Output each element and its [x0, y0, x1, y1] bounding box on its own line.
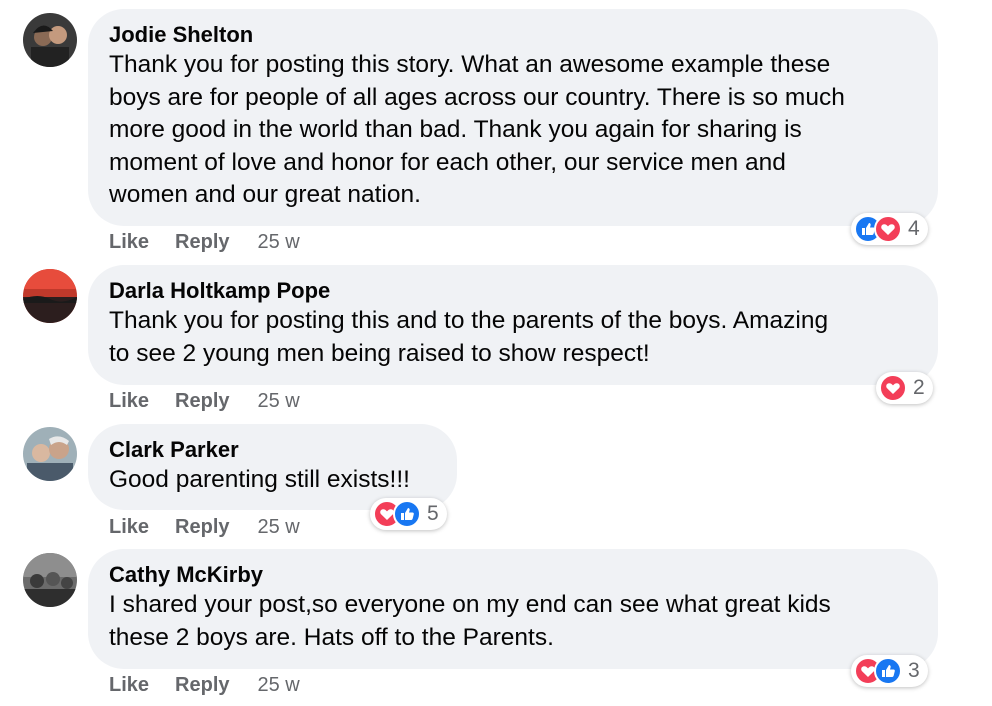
comment-bubble: Darla Holtkamp Pope Thank you for postin…: [88, 265, 938, 385]
reply-button[interactable]: Reply: [175, 390, 229, 413]
comment-line: these 2 boys are. Hats off to the Parent…: [109, 623, 554, 651]
comment-actions: Like Reply 25 w: [109, 516, 300, 539]
avatar[interactable]: [23, 269, 77, 323]
comment-actions: Like Reply 25 w: [109, 231, 300, 254]
comment-line: women and our great nation.: [109, 181, 421, 209]
author-name[interactable]: Darla Holtkamp Pope: [109, 277, 917, 305]
comment-line: more good in the world than bad. Thank y…: [109, 116, 802, 144]
reply-button[interactable]: Reply: [175, 516, 229, 539]
comment-line: Thank you for posting this story. What a…: [109, 51, 831, 78]
comment-line: to see 2 young men being raised to show …: [109, 339, 650, 367]
comment-actions: Like Reply 25 w: [109, 390, 300, 413]
author-name[interactable]: Clark Parker: [109, 436, 436, 464]
love-icon: [879, 374, 907, 402]
like-button[interactable]: Like: [109, 674, 149, 697]
like-icon: [393, 500, 421, 528]
comment-bubble: Jodie Shelton Thank you for posting this…: [88, 9, 938, 226]
reaction-summary[interactable]: 4: [851, 213, 928, 245]
timestamp[interactable]: 25 w: [258, 390, 300, 413]
like-button[interactable]: Like: [109, 231, 149, 254]
comment-text: Thank you for posting this and to the pa…: [109, 305, 917, 370]
comment-line: boys are for people of all ages across o…: [109, 83, 845, 111]
comment-text: Thank you for posting this story. What a…: [109, 49, 917, 212]
timestamp[interactable]: 25 w: [258, 516, 300, 539]
author-name[interactable]: Cathy McKirby: [109, 561, 917, 589]
avatar[interactable]: [23, 553, 77, 607]
reaction-summary[interactable]: 5: [370, 498, 447, 530]
reaction-count: 2: [913, 376, 925, 399]
comment-line: I shared your post,so everyone on my end…: [109, 591, 831, 618]
comment-line: Thank you for posting this and to the pa…: [109, 307, 829, 334]
like-button[interactable]: Like: [109, 516, 149, 539]
reaction-summary[interactable]: 3: [851, 655, 928, 687]
like-button[interactable]: Like: [109, 390, 149, 413]
comment-line: Good parenting still exists!!!: [109, 466, 410, 493]
reaction-count: 5: [427, 502, 439, 525]
reaction-count: 3: [908, 659, 920, 682]
avatar[interactable]: [23, 427, 77, 481]
author-name[interactable]: Jodie Shelton: [109, 21, 917, 49]
timestamp[interactable]: 25 w: [258, 674, 300, 697]
timestamp[interactable]: 25 w: [258, 231, 300, 254]
like-icon: [874, 657, 902, 685]
reaction-count: 4: [908, 217, 920, 240]
love-icon: [874, 215, 902, 243]
reply-button[interactable]: Reply: [175, 231, 229, 254]
avatar[interactable]: [23, 13, 77, 67]
comment-actions: Like Reply 25 w: [109, 674, 300, 697]
comment-text: Good parenting still exists!!!: [109, 464, 436, 497]
reply-button[interactable]: Reply: [175, 674, 229, 697]
comment-line: moment of love and honor for each other,…: [109, 148, 786, 176]
comment-bubble: Cathy McKirby I shared your post,so ever…: [88, 549, 938, 669]
reaction-summary[interactable]: 2: [876, 372, 933, 404]
comment-text: I shared your post,so everyone on my end…: [109, 589, 917, 654]
